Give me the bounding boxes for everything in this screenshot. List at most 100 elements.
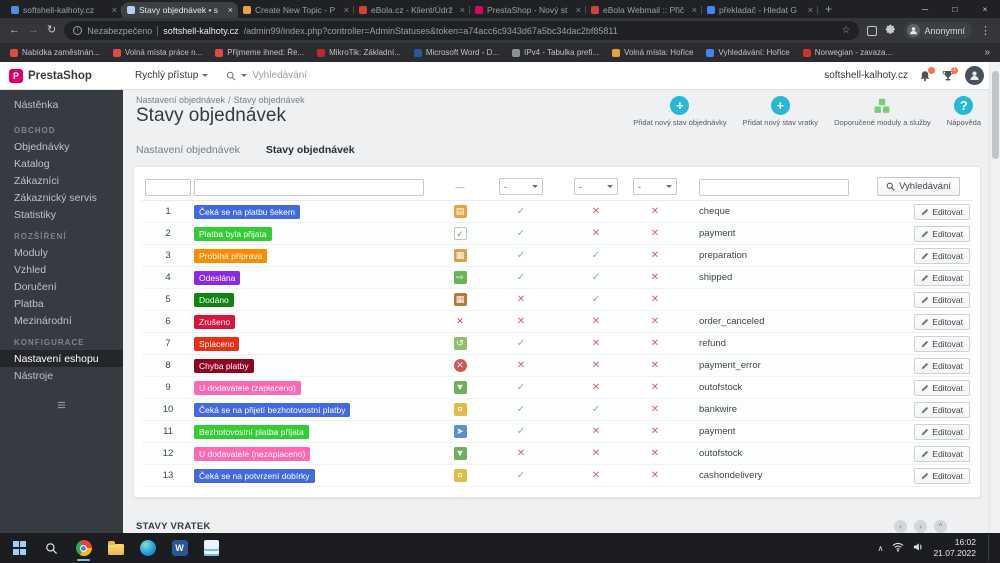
tab-close-icon[interactable]: × — [808, 5, 813, 15]
cross-icon[interactable]: ✕ — [651, 228, 659, 239]
edit-button[interactable]: Editovat — [914, 357, 970, 374]
filter-invoice-select[interactable]: - — [633, 178, 677, 195]
page-scrollbar[interactable] — [989, 62, 1000, 533]
bookmark-item[interactable]: MikroTik: Základní... — [317, 48, 401, 57]
cross-icon[interactable]: ✕ — [651, 272, 659, 283]
cross-icon[interactable]: ✕ — [592, 316, 600, 327]
edit-button[interactable]: Editovat — [914, 335, 970, 352]
volume-icon[interactable] — [913, 539, 924, 557]
edit-button[interactable]: Editovat — [914, 423, 970, 440]
edit-button[interactable]: Editovat — [914, 467, 970, 484]
cross-icon[interactable]: ✕ — [651, 250, 659, 261]
browser-tab[interactable]: PrestaShop - Nový st × — [470, 2, 586, 18]
cross-icon[interactable]: ✕ — [517, 294, 525, 305]
tab-close-icon[interactable]: × — [460, 5, 465, 15]
edit-button[interactable]: Editovat — [914, 313, 970, 330]
taskbar-explorer-icon[interactable] — [102, 535, 129, 562]
edit-button[interactable]: Editovat — [914, 401, 970, 418]
browser-profile[interactable]: Anonymní — [904, 22, 972, 39]
check-icon[interactable]: ✓ — [592, 272, 600, 283]
browser-menu-icon[interactable]: ⋮ — [980, 24, 991, 37]
prestashop-logo[interactable]: P PrestaShop — [0, 68, 123, 83]
cross-icon[interactable]: ✕ — [592, 338, 600, 349]
edit-button[interactable]: Editovat — [914, 379, 970, 396]
extensions-puzzle-icon[interactable] — [885, 22, 896, 40]
notifications-bell-icon[interactable] — [919, 66, 935, 82]
check-icon[interactable]: ✓ — [517, 338, 525, 349]
browser-tab[interactable]: Create New Topic - P × — [238, 2, 354, 18]
sidebar-item[interactable]: Moduly — [0, 244, 123, 261]
check-icon[interactable]: ✓ — [517, 426, 525, 437]
cross-icon[interactable]: ✕ — [592, 228, 600, 239]
check-icon[interactable]: ✓ — [517, 382, 525, 393]
filter-email-select[interactable]: - — [499, 178, 543, 195]
sidebar-item[interactable]: Statistiky — [0, 206, 123, 223]
taskbar-start-icon[interactable] — [6, 535, 33, 562]
maximize-button[interactable]: □ — [940, 0, 970, 18]
header-action[interactable]: ? Nápověda — [947, 96, 981, 127]
edit-button[interactable]: Editovat — [914, 203, 970, 220]
browser-tab[interactable]: Stavy objednávek • s × — [122, 2, 238, 18]
edit-button[interactable]: Editovat — [914, 225, 970, 242]
filter-name-input[interactable] — [194, 178, 424, 196]
cross-icon[interactable]: ✕ — [651, 448, 659, 459]
sidebar-item[interactable]: Katalog — [0, 155, 123, 172]
scroll-right-button[interactable]: › — [914, 520, 927, 533]
tab-close-icon[interactable]: × — [576, 5, 581, 15]
cross-icon[interactable]: ✕ — [651, 470, 659, 481]
check-icon[interactable]: ✓ — [592, 404, 600, 415]
browser-tab[interactable]: softshell-kalhoty.cz × — [6, 2, 122, 18]
reload-icon[interactable]: ↻ — [47, 25, 56, 36]
cross-icon[interactable]: ✕ — [592, 382, 600, 393]
browser-tab[interactable]: eBola.cz - Klient/Údrž × — [354, 2, 470, 18]
taskbar-chrome-icon[interactable] — [70, 535, 97, 562]
user-avatar[interactable] — [965, 66, 984, 85]
tab-close-icon[interactable]: × — [112, 5, 117, 15]
taskbar-search-icon[interactable] — [38, 535, 65, 562]
sidebar-item[interactable]: Zákaznický servis — [0, 189, 123, 206]
edit-button[interactable]: Editovat — [914, 291, 970, 308]
scroll-left-button[interactable]: ‹ — [894, 520, 907, 533]
cross-icon[interactable]: ✕ — [651, 294, 659, 305]
cross-icon[interactable]: ✕ — [651, 316, 659, 327]
bookmark-item[interactable]: Volná místa: Hořice — [612, 48, 693, 57]
taskbar-notes-icon[interactable] — [198, 535, 225, 562]
cross-icon[interactable]: ✕ — [592, 360, 600, 371]
bookmark-item[interactable]: Vyhledávání: Hořice — [706, 48, 790, 57]
cross-icon[interactable]: ✕ — [592, 206, 600, 217]
tab-close-icon[interactable]: × — [692, 5, 697, 15]
forward-icon[interactable]: → — [28, 25, 39, 36]
bookmark-item[interactable]: Přijmeme ihned: Ře... — [215, 48, 304, 57]
new-tab-button[interactable]: + — [825, 0, 832, 18]
cross-icon[interactable]: ✕ — [517, 360, 525, 371]
cross-icon[interactable]: ✕ — [651, 206, 659, 217]
side-panel-icon[interactable] — [867, 25, 878, 36]
cross-icon[interactable]: ✕ — [651, 338, 659, 349]
bookmark-item[interactable]: Volná místa práce n... — [112, 48, 202, 57]
check-icon[interactable]: ✓ — [517, 470, 525, 481]
cross-icon[interactable]: ✕ — [592, 470, 600, 481]
shop-link[interactable]: softshell-kalhoty.cz — [824, 70, 908, 81]
site-info-icon[interactable]: i — [73, 26, 83, 35]
announcements-trophy-icon[interactable]: 1 — [942, 66, 958, 82]
bookmark-item[interactable]: Norwegian - zavaza... — [802, 48, 892, 57]
close-button[interactable]: × — [970, 0, 1000, 18]
check-icon[interactable]: ✓ — [517, 404, 525, 415]
taskbar-clock[interactable]: 16:02 21.07.2022 — [933, 537, 976, 559]
sidebar-item[interactable]: Zákazníci — [0, 172, 123, 189]
header-action[interactable]: + Přidat nový stav vratky — [743, 96, 818, 127]
sidebar-item[interactable]: Mezinárodní — [0, 312, 123, 329]
sidebar-item[interactable]: Nástroje — [0, 367, 123, 384]
check-icon[interactable]: ✓ — [517, 250, 525, 261]
scrollbar-thumb[interactable] — [992, 71, 999, 159]
cross-icon[interactable]: ✕ — [651, 404, 659, 415]
cross-icon[interactable]: ✕ — [592, 426, 600, 437]
cross-icon[interactable]: ✕ — [651, 360, 659, 371]
address-bar[interactable]: i Nezabezpečeno softshell-kalhoty.cz /ad… — [64, 21, 860, 40]
sidebar-item[interactable]: Doručení — [0, 278, 123, 295]
taskbar-word-icon[interactable]: W — [166, 535, 193, 562]
edit-button[interactable]: Editovat — [914, 247, 970, 264]
sidebar-item-dashboard[interactable]: Nástěnka — [0, 90, 123, 117]
tab-close-icon[interactable]: × — [344, 5, 349, 15]
bookmark-item[interactable]: IPv4 - Tabulka prefi... — [512, 48, 599, 57]
